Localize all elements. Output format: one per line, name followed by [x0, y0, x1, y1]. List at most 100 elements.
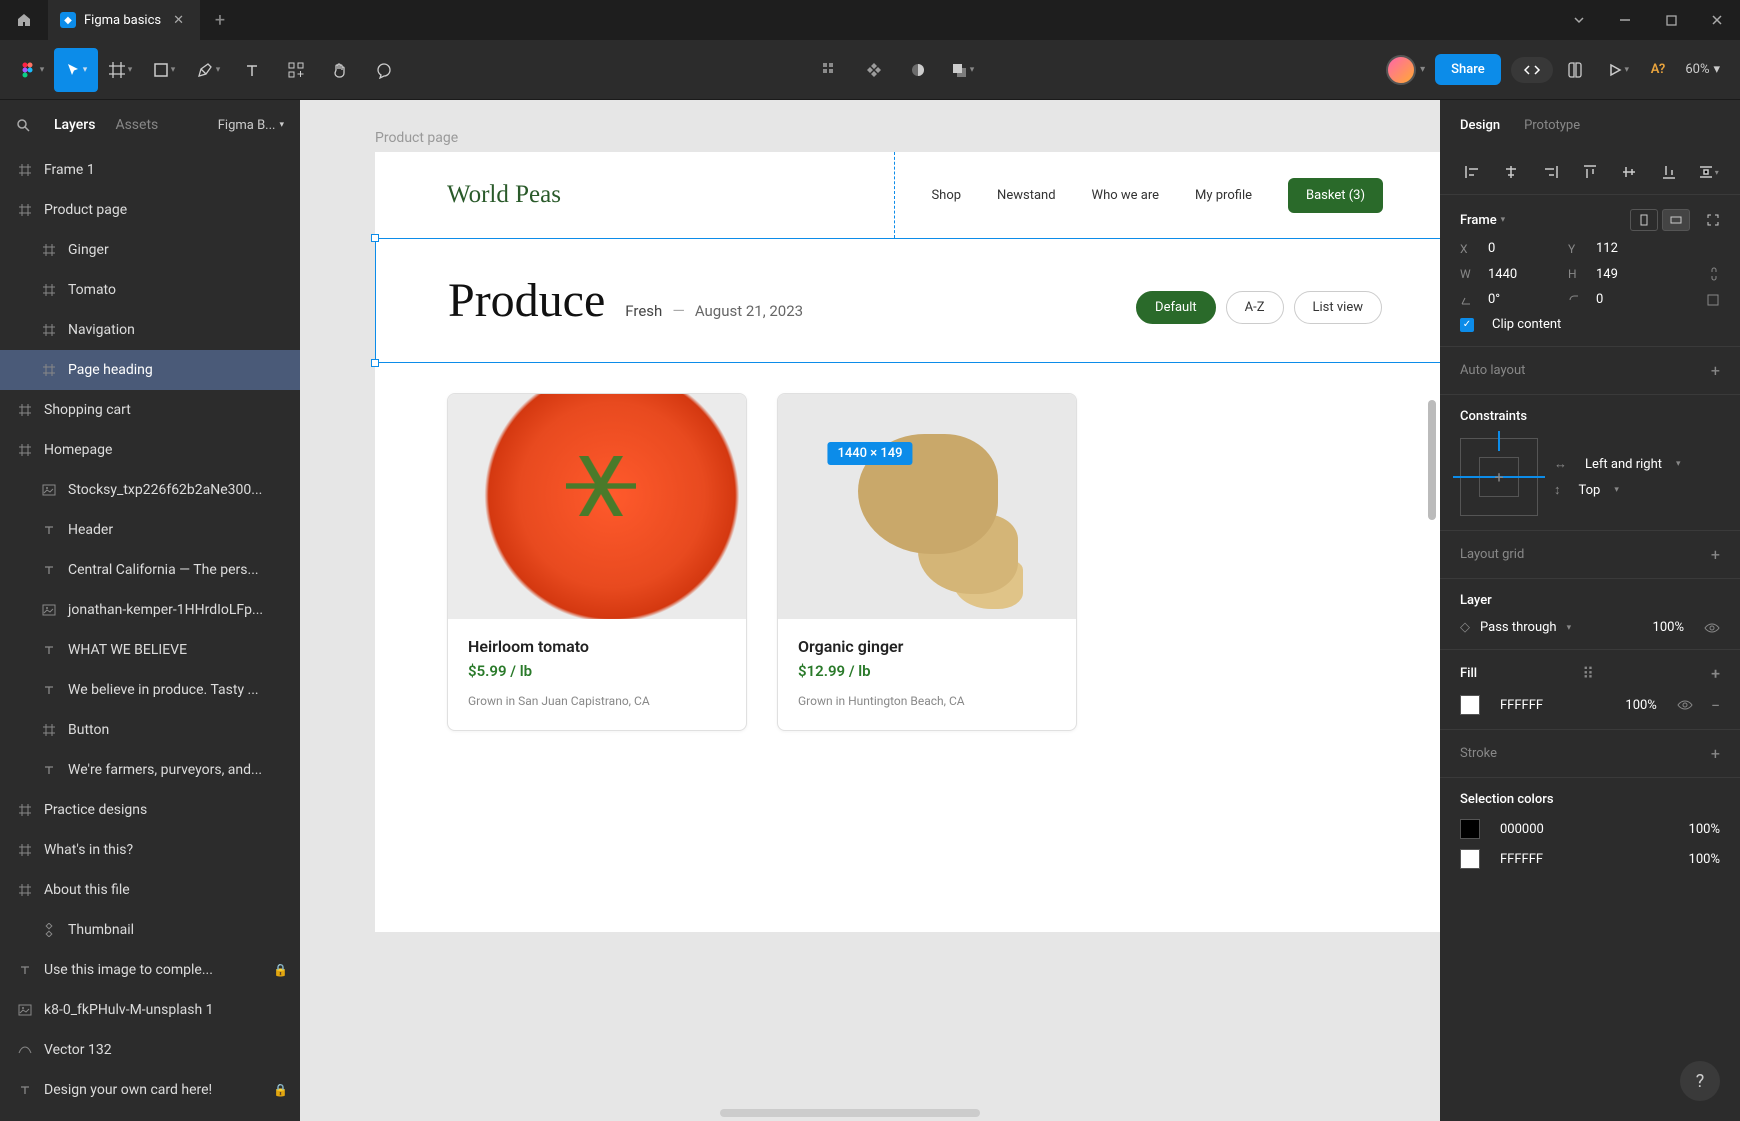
align-left-icon[interactable] [1456, 158, 1487, 186]
layer-row[interactable]: Product page [0, 190, 300, 230]
present-button[interactable]: ▾ [1597, 48, 1641, 92]
layer-visibility-icon[interactable] [1704, 622, 1720, 634]
orientation-portrait-icon[interactable] [1630, 209, 1658, 231]
constraints-diagram[interactable]: + [1460, 438, 1538, 516]
product-card-ginger[interactable]: Organic ginger $12.99 / lb Grown in Hunt… [777, 393, 1077, 731]
remove-fill-icon[interactable]: − [1711, 696, 1720, 715]
design-frame-product-page[interactable]: World Peas Shop Newstand Who we are My p… [375, 152, 1440, 932]
canvas-scrollbar-vertical[interactable] [1428, 400, 1436, 520]
layer-row[interactable]: What's in this? [0, 830, 300, 870]
height-input[interactable]: 149 [1596, 267, 1666, 282]
layer-row[interactable]: Header [0, 510, 300, 550]
layer-row[interactable]: Page heading [0, 350, 300, 390]
align-right-icon[interactable] [1535, 158, 1566, 186]
layer-row[interactable]: We're farmers, purveyors, and... [0, 750, 300, 790]
clip-content-checkbox[interactable]: ✓ [1460, 318, 1474, 332]
layer-row[interactable]: Navigation [0, 310, 300, 350]
blend-mode-dropdown[interactable]: Pass through [1480, 620, 1557, 635]
layer-row[interactable]: Thumbnail [0, 910, 300, 950]
main-menu-button[interactable]: ▾ [10, 48, 54, 92]
layer-row[interactable]: Shopping cart [0, 390, 300, 430]
add-stroke-icon[interactable]: + [1711, 744, 1720, 763]
search-icon[interactable] [16, 118, 30, 132]
lock-icon[interactable]: 🔒 [273, 1083, 288, 1097]
layer-row[interactable]: Tomato [0, 270, 300, 310]
layer-opacity-input[interactable]: 100% [1653, 620, 1684, 635]
prototype-tab[interactable]: Prototype [1524, 118, 1580, 133]
layer-row[interactable]: Design your own card here!🔒 [0, 1070, 300, 1110]
selection-color-hex[interactable]: FFFFFF [1500, 852, 1543, 867]
align-center-h-icon[interactable] [1495, 158, 1526, 186]
fill-swatch[interactable] [1460, 695, 1480, 715]
fill-visibility-icon[interactable] [1677, 699, 1693, 711]
add-layout-grid-icon[interactable]: + [1711, 545, 1720, 564]
share-button[interactable]: Share [1435, 54, 1501, 85]
resources-tool[interactable] [274, 48, 318, 92]
layer-row[interactable]: Practice designs [0, 790, 300, 830]
file-tab[interactable]: ◆ Figma basics ✕ [48, 0, 200, 40]
layers-tab[interactable]: Layers [54, 117, 95, 133]
resize-to-fit-icon[interactable] [1706, 213, 1720, 227]
layer-row[interactable]: Button [0, 710, 300, 750]
constraint-v-dropdown[interactable]: Top [1579, 483, 1601, 498]
shape-tool[interactable]: ▾ [142, 48, 186, 92]
fill-styles-icon[interactable]: ⠿ [1582, 664, 1594, 683]
home-button[interactable] [0, 12, 48, 28]
library-icon[interactable] [1553, 48, 1597, 92]
add-fill-icon[interactable]: + [1711, 664, 1720, 683]
layer-row[interactable]: Homepage [0, 430, 300, 470]
align-top-icon[interactable] [1574, 158, 1605, 186]
align-bottom-icon[interactable] [1653, 158, 1684, 186]
layer-row[interactable]: Use this image to comple...🔒 [0, 950, 300, 990]
align-center-v-icon[interactable] [1614, 158, 1645, 186]
avatar-chevron-icon[interactable]: ▾ [1420, 64, 1425, 75]
selection-color-swatch[interactable] [1460, 819, 1480, 839]
frame-type-dropdown[interactable]: Frame ▾ [1460, 213, 1505, 228]
rotation-input[interactable]: 0° [1488, 292, 1558, 307]
layer-row[interactable]: About this file [0, 870, 300, 910]
layer-row[interactable]: Central California — The pers... [0, 550, 300, 590]
help-button[interactable]: ? [1680, 1061, 1720, 1101]
selection-color-swatch[interactable] [1460, 849, 1480, 869]
window-minimize-button[interactable] [1602, 0, 1648, 40]
lock-icon[interactable]: 🔒 [273, 963, 288, 977]
y-input[interactable]: 112 [1596, 241, 1666, 256]
close-tab-icon[interactable]: ✕ [169, 13, 188, 28]
selected-page-heading[interactable]: Produce Fresh — August 21, 2023 Default … [375, 238, 1440, 363]
frame-label[interactable]: Product page [375, 130, 458, 146]
distribute-icon[interactable]: ▾ [1693, 158, 1724, 186]
selection-color-hex[interactable]: 000000 [1500, 822, 1544, 837]
independent-corners-icon[interactable] [1706, 293, 1720, 307]
layer-row[interactable]: Frame 1 [0, 150, 300, 190]
x-input[interactable]: 0 [1488, 241, 1558, 256]
layer-row[interactable]: We believe in produce. Tasty ... [0, 670, 300, 710]
constrain-proportions-icon[interactable] [1708, 266, 1720, 282]
add-auto-layout-icon[interactable]: + [1711, 361, 1720, 380]
canvas[interactable]: Product page World Peas Shop Newstand Wh… [300, 100, 1440, 1121]
fill-opacity-input[interactable]: 100% [1625, 698, 1656, 713]
missing-fonts-icon[interactable]: A? [1641, 62, 1676, 77]
layer-row[interactable]: WHAT WE BELIEVE [0, 630, 300, 670]
width-input[interactable]: 1440 [1488, 267, 1558, 282]
canvas-scrollbar-horizontal[interactable] [720, 1109, 980, 1117]
layer-row[interactable]: Ginger [0, 230, 300, 270]
move-tool[interactable]: ▾ [54, 48, 98, 92]
assets-tab[interactable]: Assets [115, 117, 158, 133]
page-selector[interactable]: Figma B...▾ [218, 118, 284, 133]
fill-hex-input[interactable]: FFFFFF [1500, 698, 1543, 713]
window-dropdown-icon[interactable] [1556, 0, 1602, 40]
new-tab-button[interactable]: + [200, 10, 240, 31]
mask-icon[interactable] [896, 48, 940, 92]
design-tab[interactable]: Design [1460, 118, 1500, 133]
text-tool[interactable] [230, 48, 274, 92]
zoom-dropdown[interactable]: 60%▾ [1675, 62, 1730, 77]
layer-row[interactable]: k8-0_fkPHulv-M-unsplash 1 [0, 990, 300, 1030]
pen-tool[interactable]: ▾ [186, 48, 230, 92]
component-insert-icon[interactable] [808, 48, 852, 92]
selection-color-opacity[interactable]: 100% [1689, 822, 1720, 837]
create-component-icon[interactable] [852, 48, 896, 92]
hand-tool[interactable] [318, 48, 362, 92]
product-card-tomato[interactable]: Heirloom tomato $5.99 / lb Grown in San … [447, 393, 747, 731]
frame-tool[interactable]: ▾ [98, 48, 142, 92]
window-maximize-button[interactable] [1648, 0, 1694, 40]
